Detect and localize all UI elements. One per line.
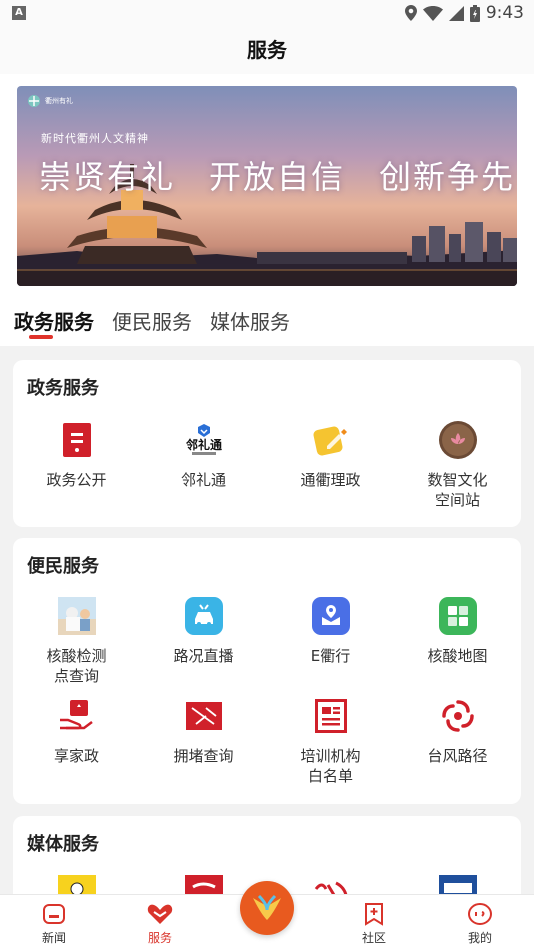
list-doc-icon bbox=[311, 696, 351, 736]
news-icon bbox=[14, 901, 94, 927]
grid-item-label: E衢行 bbox=[310, 647, 351, 665]
banner-carousel[interactable]: 衢州有礼 新时代衢州人文精神 崇贤有礼 开放自信 创新争先 bbox=[17, 86, 517, 286]
nav-profile[interactable]: 我的 bbox=[440, 901, 520, 946]
tab-gov-services[interactable]: 政务服务 bbox=[14, 306, 94, 335]
grid-item-label: 核酸检测 点查询 bbox=[46, 647, 107, 685]
nav-services[interactable]: 服务 bbox=[120, 901, 200, 946]
media-services-title: 媒体服务 bbox=[27, 834, 99, 855]
service-tabs: 政务服务 便民服务 媒体服务 bbox=[14, 306, 290, 335]
banner-logo-text: 衢州有礼 bbox=[45, 97, 73, 105]
typhoon-icon bbox=[438, 696, 478, 736]
wifi-icon bbox=[422, 5, 443, 21]
grid-item-nucleic-map[interactable]: 核酸地图 bbox=[394, 596, 521, 666]
grid-item-typhoon[interactable]: 台风路径 bbox=[394, 696, 521, 766]
nav-news[interactable]: 新闻 bbox=[14, 901, 94, 946]
community-bookmark-icon bbox=[334, 901, 414, 927]
peoples-daily-icon bbox=[311, 874, 351, 894]
grid-item-label: 拥堵查询 bbox=[173, 747, 234, 765]
grid-item-label: 路况直播 bbox=[173, 647, 234, 665]
page-title: 服务 bbox=[247, 38, 287, 62]
test-site-photo-icon bbox=[57, 596, 97, 636]
red-calligraphy-media-icon bbox=[184, 874, 224, 894]
grid-item-label: 核酸地图 bbox=[427, 647, 488, 665]
tab-life-services[interactable]: 便民服务 bbox=[112, 306, 192, 335]
heart-hands-icon bbox=[120, 901, 200, 927]
nav-label: 服务 bbox=[147, 931, 172, 945]
grid-item-congestion[interactable]: 拥堵查询 bbox=[140, 696, 267, 766]
nav-label: 社区 bbox=[361, 931, 386, 945]
battery-icon bbox=[469, 4, 480, 22]
clock-text: 9:43 bbox=[485, 3, 524, 23]
document-red-icon bbox=[57, 420, 97, 460]
xinhua-icon bbox=[438, 874, 478, 894]
grid-item-gov-open[interactable]: 政务公开 bbox=[13, 420, 140, 490]
nav-label: 我的 bbox=[467, 931, 492, 945]
life-services-title: 便民服务 bbox=[27, 556, 99, 577]
grid-item-label: 通衢理政 bbox=[300, 471, 361, 489]
notification-badge: A bbox=[12, 6, 26, 20]
grid-item-e-quxing[interactable]: E衢行 bbox=[267, 596, 394, 666]
grid-item-label: 数智文化 空间站 bbox=[427, 471, 488, 509]
banner-slogan: 崇贤有礼 开放自信 创新争先 bbox=[39, 158, 516, 196]
banner-subtitle: 新时代衢州人文精神 bbox=[41, 132, 149, 145]
gov-services-card: 政务服务 政务公开 邻礼通 邻礼通 通衢理政 数智文化 空间站 bbox=[13, 360, 521, 527]
grid-item-label: 政务公开 bbox=[46, 471, 107, 489]
nav-center-button[interactable] bbox=[240, 881, 294, 935]
grid-item-tongqu[interactable]: 通衢理政 bbox=[267, 420, 394, 490]
nav-label: 新闻 bbox=[41, 931, 66, 945]
signal-icon bbox=[448, 5, 464, 21]
grid-item-label: 邻礼通 bbox=[180, 471, 226, 489]
svg-text:邻礼通: 邻礼通 bbox=[186, 437, 222, 452]
grid-item-media-4[interactable] bbox=[394, 874, 521, 894]
profile-icon bbox=[440, 901, 520, 927]
car-blue-icon bbox=[184, 596, 224, 636]
traffic-red-icon bbox=[184, 696, 224, 736]
grid-item-linlitong[interactable]: 邻礼通 邻礼通 bbox=[140, 420, 267, 490]
bottom-nav: 新闻 服务 社区 我的 bbox=[0, 881, 534, 950]
grid-item-label: 享家政 bbox=[53, 747, 99, 765]
nav-community[interactable]: 社区 bbox=[334, 901, 414, 946]
status-icons: 9:43 bbox=[404, 3, 524, 23]
active-tab-indicator bbox=[29, 335, 53, 339]
comic-media-icon bbox=[57, 874, 97, 894]
grid-item-media-1[interactable] bbox=[13, 874, 140, 894]
header: 服务 bbox=[0, 28, 534, 74]
linlitong-logo-icon: 邻礼通 bbox=[184, 420, 224, 460]
tab-media-services[interactable]: 媒体服务 bbox=[210, 306, 290, 335]
grid-item-label: 培训机构 白名单 bbox=[300, 747, 361, 785]
banner-logo: 衢州有礼 bbox=[27, 94, 73, 108]
gov-services-title: 政务服务 bbox=[27, 378, 99, 399]
grid-green-icon bbox=[438, 596, 478, 636]
location-icon bbox=[404, 5, 417, 21]
life-services-card: 便民服务 核酸检测 点查询 路况直播 E衢行 核酸地图 享家政 拥堵查询 培训机… bbox=[13, 538, 521, 804]
center-logo-icon bbox=[249, 888, 285, 928]
grid-item-label: 台风路径 bbox=[427, 747, 488, 765]
grid-item-training-whitelist[interactable]: 培训机构 白名单 bbox=[267, 696, 394, 786]
pencil-yellow-icon bbox=[311, 420, 351, 460]
status-bar: A 9:43 bbox=[0, 0, 534, 28]
lotus-circle-icon bbox=[438, 420, 478, 460]
content-scroll[interactable]: 衢州有礼 新时代衢州人文精神 崇贤有礼 开放自信 创新争先 政务服务 便民服务 … bbox=[0, 74, 534, 894]
grid-item-traffic-live[interactable]: 路况直播 bbox=[140, 596, 267, 666]
grid-item-housekeeping[interactable]: 享家政 bbox=[13, 696, 140, 766]
grid-item-culture-station[interactable]: 数智文化 空间站 bbox=[394, 420, 521, 510]
hand-heart-icon bbox=[57, 696, 97, 736]
map-pin-blue-icon bbox=[311, 596, 351, 636]
grid-item-test-site[interactable]: 核酸检测 点查询 bbox=[13, 596, 140, 686]
